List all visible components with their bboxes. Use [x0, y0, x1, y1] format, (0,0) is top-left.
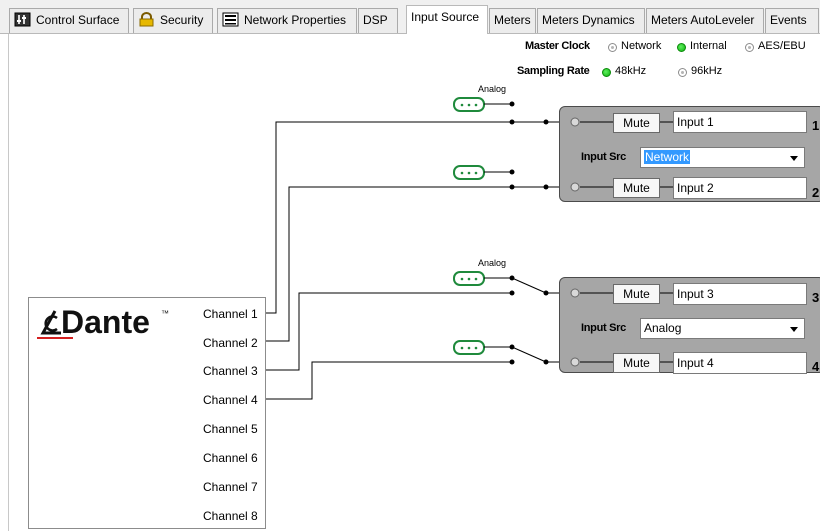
input-name-field[interactable]: Input 3 — [673, 283, 807, 305]
input-src-value: Analog — [644, 321, 682, 335]
input-number: 3 — [812, 290, 820, 305]
mute-button-input-3[interactable]: Mute — [613, 284, 660, 304]
input-src-select[interactable]: Analog — [640, 318, 805, 339]
tab-label: Input Source — [411, 10, 480, 24]
input-name-field[interactable]: Input 4 — [673, 352, 807, 374]
mute-button-input-4[interactable]: Mute — [613, 353, 660, 373]
input-number: 4 — [812, 359, 820, 374]
input-src-label: Input Src — [581, 322, 626, 334]
tab-input-source[interactable]: Input Source — [406, 5, 488, 34]
input-group-2-lines — [570, 288, 673, 367]
input-port-icon — [570, 288, 580, 298]
chevron-down-icon — [790, 327, 798, 332]
input-port-icon — [570, 357, 580, 367]
